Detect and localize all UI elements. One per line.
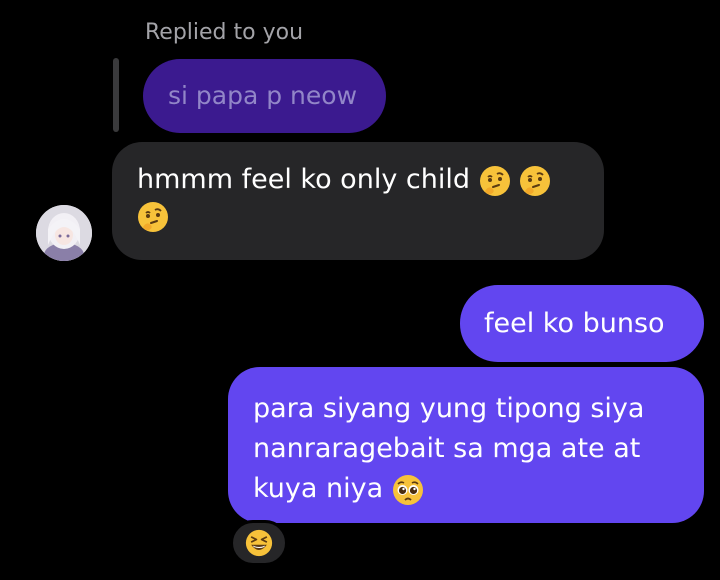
avatar-image	[36, 205, 92, 261]
reply-indicator-bar	[113, 58, 119, 132]
pleading-face-icon	[392, 474, 424, 506]
incoming-message-text: hmmm feel ko only child	[137, 164, 470, 195]
quoted-message-text: si papa p neow	[168, 81, 358, 110]
thinking-face-icon	[479, 165, 511, 197]
quoted-message-bubble[interactable]: si papa p neow	[143, 59, 386, 133]
outgoing-message-bubble[interactable]: feel ko bunso	[460, 285, 704, 362]
replied-to-you-label: Replied to you	[145, 20, 304, 45]
message-reaction[interactable]	[230, 520, 288, 566]
incoming-message-bubble[interactable]: hmmm feel ko only child	[112, 142, 604, 260]
sender-avatar[interactable]	[36, 205, 92, 261]
outgoing-message-text: feel ko bunso	[484, 308, 665, 339]
grinning-squinting-face-icon	[245, 529, 273, 557]
thinking-face-icon	[519, 165, 551, 197]
thinking-face-icon	[137, 201, 169, 233]
outgoing-message-bubble[interactable]: para siyang yung tipong siya nanrarageba…	[228, 367, 704, 523]
outgoing-message-text: para siyang yung tipong siya nanrarageba…	[253, 393, 645, 504]
